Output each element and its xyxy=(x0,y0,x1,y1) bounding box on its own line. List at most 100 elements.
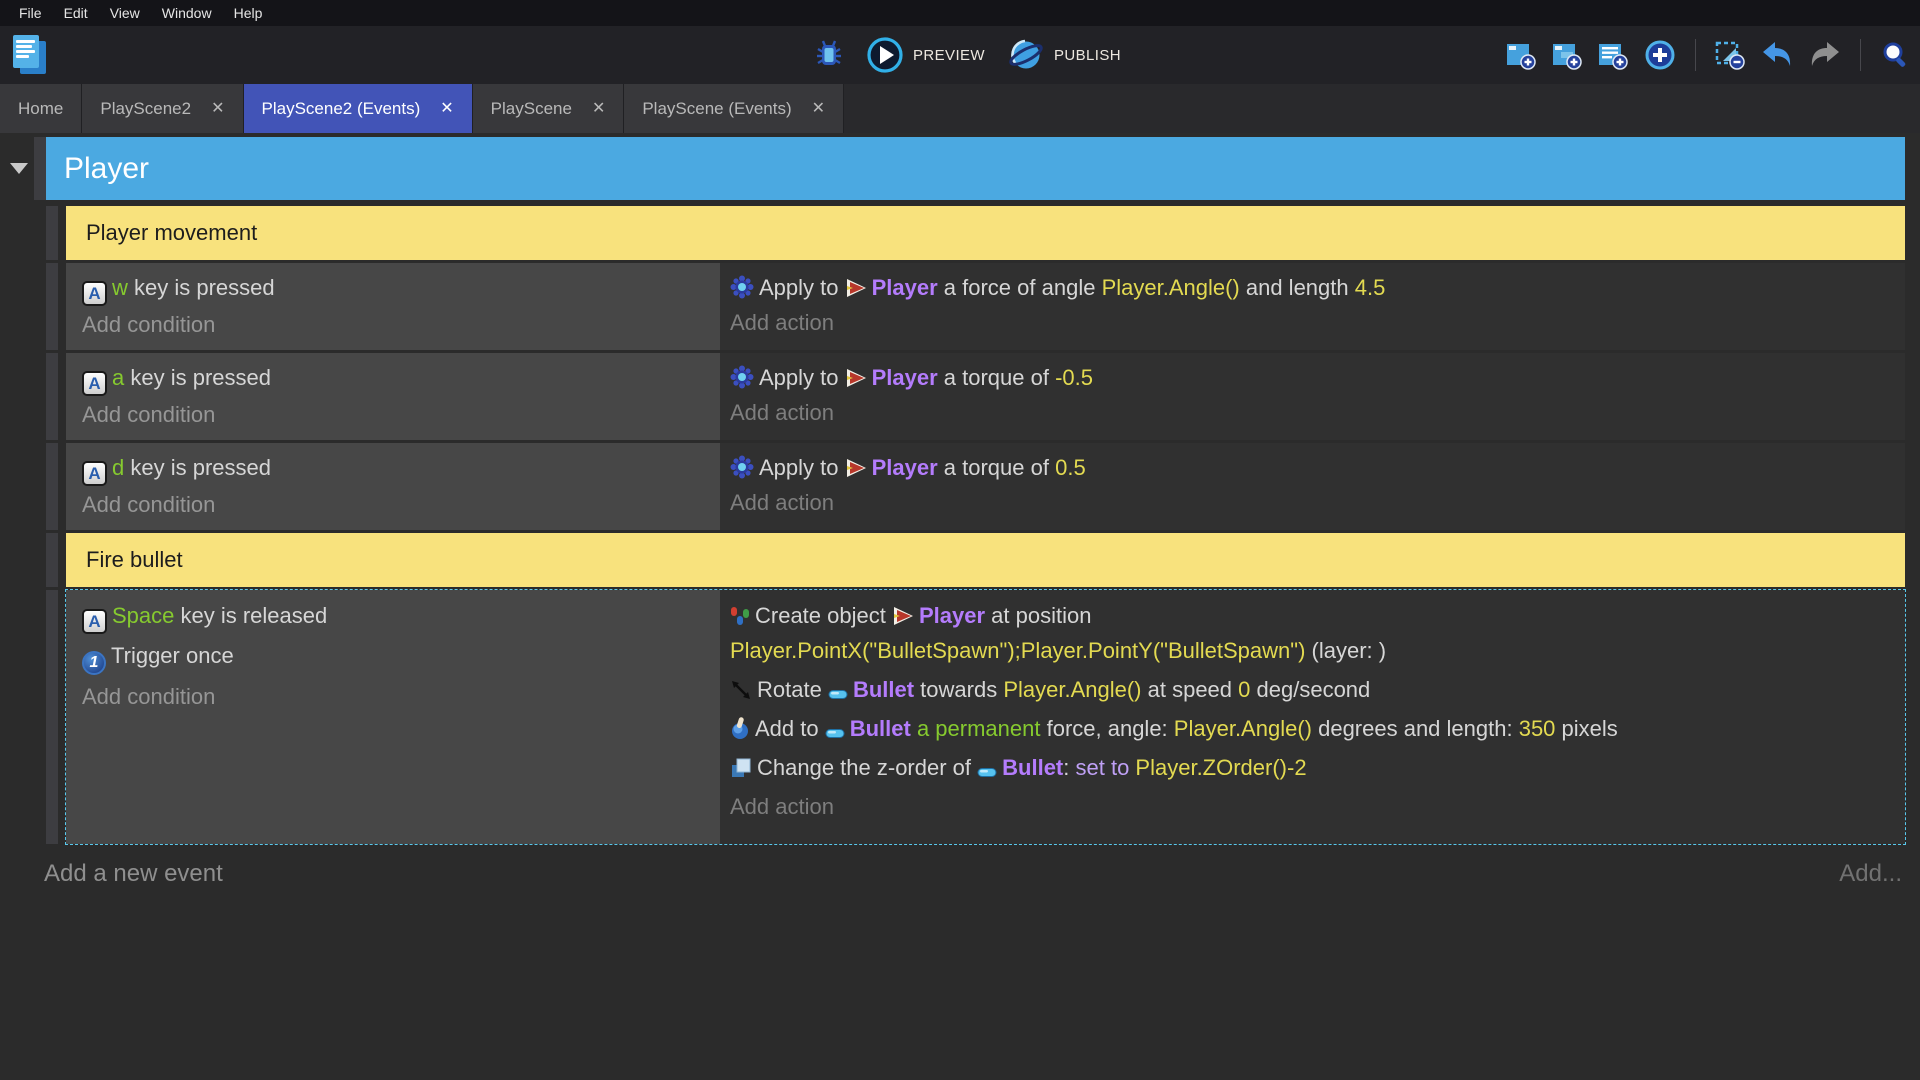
text-segment: Player xyxy=(871,455,938,480)
preview-label: PREVIEW xyxy=(913,46,985,64)
menu-bar: File Edit View Window Help xyxy=(0,0,1920,26)
menu-file[interactable]: File xyxy=(8,5,53,21)
toolbar-separator xyxy=(1860,39,1861,71)
text-segment: force, angle: xyxy=(1040,716,1174,741)
physics-icon xyxy=(730,455,754,479)
bullet-object-icon xyxy=(825,729,845,738)
condition-line[interactable]: Aw key is pressed xyxy=(82,271,710,306)
add-condition-button[interactable]: Add condition xyxy=(82,679,710,714)
trigger-once-icon: 1 xyxy=(82,650,106,675)
event-group-header[interactable]: Player movement xyxy=(46,206,1905,260)
tab-playscene[interactable]: PlayScene ✕ xyxy=(472,84,625,133)
text-segment: d xyxy=(112,455,125,480)
tab-playscene-events[interactable]: PlayScene (Events) ✕ xyxy=(624,84,845,133)
tab-close-icon[interactable]: ✕ xyxy=(211,100,224,117)
event-row[interactable]: Aw key is pressed Add condition Apply to P… xyxy=(46,263,1905,350)
text-segment: Player.PointX("BulletSpawn");Player.Poin… xyxy=(730,638,1306,663)
conditions-cell[interactable]: Ad key is pressed Add condition xyxy=(66,443,720,530)
keyboard-key-icon: A xyxy=(82,371,107,396)
action-line[interactable]: Add to Bullet a permanent force, angle: … xyxy=(730,711,1895,746)
keyboard-key-icon: A xyxy=(82,609,107,634)
delete-selection-button[interactable] xyxy=(1713,38,1747,72)
text-segment: Bullet xyxy=(1002,755,1064,780)
force-icon xyxy=(732,717,748,739)
text-segment: -0.5 xyxy=(1055,365,1094,390)
conditions-cell[interactable]: Aa key is pressed Add condition xyxy=(66,353,720,440)
condition-line[interactable]: A Space key is released xyxy=(82,598,710,634)
condition-line[interactable]: Aa key is pressed xyxy=(82,361,710,396)
add-more-button[interactable]: Add... xyxy=(1839,860,1902,888)
menu-edit[interactable]: Edit xyxy=(53,5,99,21)
action-line[interactable]: Apply to Player a torque of -0.5 xyxy=(730,361,1895,394)
text-segment: a force of angle xyxy=(937,275,1102,300)
text-segment: at speed xyxy=(1141,677,1239,702)
add-condition-button[interactable]: Add condition xyxy=(82,308,710,341)
add-new-event-button[interactable]: Add a new event xyxy=(44,860,223,888)
text-segment: and length xyxy=(1239,275,1355,300)
tab-playscene2[interactable]: PlayScene2 ✕ xyxy=(82,84,244,133)
action-line[interactable]: Change the z-order of Bullet: set to Pla… xyxy=(730,750,1895,785)
menu-window[interactable]: Window xyxy=(151,5,223,21)
add-event-button[interactable] xyxy=(1504,38,1538,72)
tab-label: PlayScene xyxy=(490,98,572,118)
search-icon xyxy=(1883,42,1906,67)
add-condition-button[interactable]: Add condition xyxy=(82,398,710,431)
add-action-button[interactable]: Add action xyxy=(730,396,1895,429)
conditions-cell[interactable]: A Space key is released 1 Trigger once Add c… xyxy=(66,590,720,844)
tab-playscene2-events[interactable]: PlayScene2 (Events) ✕ xyxy=(243,84,473,133)
text-segment: Player.Angle() xyxy=(1173,716,1312,741)
actions-cell[interactable]: Apply to Player a force of angle Player.… xyxy=(720,263,1905,350)
text-segment: Player.ZOrder()-2 xyxy=(1135,755,1307,780)
event-row[interactable]: Aa key is pressed Add condition Apply to P… xyxy=(46,353,1905,440)
add-comment-button[interactable] xyxy=(1596,38,1630,72)
action-line[interactable]: Create object Player at position Player.… xyxy=(730,598,1895,668)
rotate-icon xyxy=(732,681,750,699)
tab-close-icon[interactable]: ✕ xyxy=(592,100,605,117)
event-row[interactable]: A Space key is released 1 Trigger once Add c… xyxy=(46,589,1906,845)
action-line[interactable]: Apply to Player a force of angle Player.… xyxy=(730,271,1895,304)
event-group-header[interactable]: Fire bullet xyxy=(46,533,1905,587)
menu-help[interactable]: Help xyxy=(223,5,274,21)
add-condition-button[interactable]: Add condition xyxy=(82,488,710,521)
text-segment: a permanent xyxy=(910,716,1041,741)
tab-close-icon[interactable]: ✕ xyxy=(440,100,453,117)
condition-line[interactable]: 1 Trigger once xyxy=(82,638,710,675)
text-segment: key is pressed xyxy=(124,455,271,480)
text-segment: Player xyxy=(871,365,938,390)
add-circle-button[interactable] xyxy=(1642,37,1678,73)
menu-view[interactable]: View xyxy=(99,5,151,21)
text-segment: 4.5 xyxy=(1354,275,1386,300)
debug-button[interactable] xyxy=(812,36,846,74)
delete-selection-icon xyxy=(1715,41,1745,70)
redo-button[interactable] xyxy=(1807,38,1843,72)
add-action-button[interactable]: Add action xyxy=(730,306,1895,339)
actions-cell[interactable]: Apply to Player a torque of -0.5 Add acti… xyxy=(720,353,1905,440)
text-segment: degrees and length: xyxy=(1311,716,1519,741)
text-segment: key is pressed xyxy=(127,275,275,300)
event-group-player[interactable]: Player xyxy=(34,137,1905,200)
preview-button[interactable]: PREVIEW xyxy=(864,34,987,76)
add-action-button[interactable]: Add action xyxy=(730,486,1895,519)
action-line[interactable]: Rotate Bullet towards Player.Angle() at … xyxy=(730,672,1895,707)
actions-cell[interactable]: Create object Player at position Player.… xyxy=(720,590,1905,844)
event-row[interactable]: Ad key is pressed Add condition Apply to P… xyxy=(46,443,1905,530)
text-segment: Player.Angle() xyxy=(1101,275,1240,300)
condition-line[interactable]: Ad key is pressed xyxy=(82,451,710,486)
collapse-group-icon[interactable] xyxy=(10,163,28,174)
tab-close-icon[interactable]: ✕ xyxy=(812,100,825,117)
events-list: Player movement Aw key is pressed Add cond… xyxy=(46,206,1906,845)
physics-icon xyxy=(730,275,754,299)
text-segment: : xyxy=(1063,755,1076,780)
publish-button[interactable]: PUBLISH xyxy=(1005,34,1123,76)
toolbar-right-icons xyxy=(1504,26,1912,84)
add-action-button[interactable]: Add action xyxy=(730,789,1895,824)
undo-button[interactable] xyxy=(1759,38,1795,72)
text-segment: towards xyxy=(914,677,1004,702)
conditions-cell[interactable]: Aw key is pressed Add condition xyxy=(66,263,720,350)
action-line[interactable]: Apply to Player a torque of 0.5 xyxy=(730,451,1895,484)
search-button[interactable] xyxy=(1878,38,1912,72)
tab-home[interactable]: Home xyxy=(0,84,83,133)
actions-cell[interactable]: Apply to Player a torque of 0.5 Add actio… xyxy=(720,443,1905,530)
add-subevent-button[interactable] xyxy=(1550,38,1584,72)
text-segment: key is released xyxy=(174,603,328,628)
